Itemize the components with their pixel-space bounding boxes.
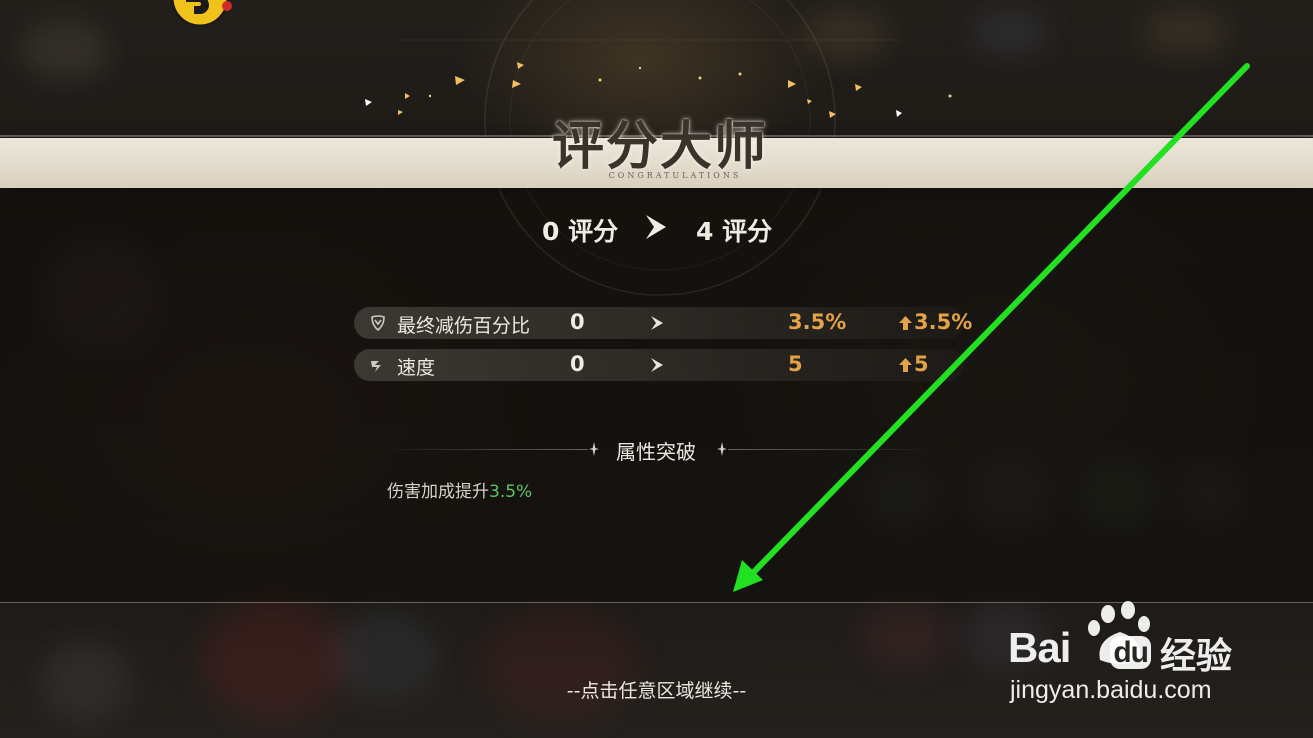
watermark-url: jingyan.baidu.com	[1010, 676, 1212, 704]
stat-new-value: 3.5%	[788, 310, 847, 334]
stat-row-speed: 速度 0 5 5	[354, 349, 964, 381]
watermark-cn: 经验	[1160, 636, 1233, 677]
breakthrough-value: 3.5%	[489, 482, 533, 502]
page-subtitle: CONGRATULATIONS	[608, 171, 742, 180]
section-divider-left	[380, 449, 588, 450]
watermark-brand: Bai du	[1008, 624, 1152, 672]
score-change: 0 评分 4 评分	[540, 208, 780, 250]
arrow-up-icon	[899, 358, 912, 372]
stat-increase: 3.5%	[914, 310, 973, 334]
stat-new-value: 5	[788, 352, 803, 376]
game-screen[interactable]: 评分大师 CONGRATULATIONS 0 评分 4 评分 最终减伤百分比 0…	[0, 0, 1313, 738]
arrow-right-icon	[651, 358, 663, 372]
arrow-right-icon	[646, 215, 666, 239]
stat-name: 最终减伤百分比	[397, 315, 531, 337]
tap-to-continue[interactable]: --点击任意区域继续--	[500, 676, 813, 703]
stat-old-value: 0	[570, 352, 585, 376]
breakthrough-text: 伤害加成提升3.5%	[387, 477, 532, 502]
stat-name: 速度	[397, 357, 436, 379]
arrow-right-icon	[651, 316, 663, 330]
diamond-sparkle-icon	[589, 442, 599, 456]
breakthrough-label: 伤害加成提升	[387, 482, 489, 502]
shield-break-icon	[371, 315, 385, 331]
score-to: 4 评分	[696, 217, 773, 246]
stat-increase: 5	[914, 352, 929, 376]
stat-old-value: 0	[570, 310, 585, 334]
stat-row-damage-reduction: 最终减伤百分比 0 3.5% 3.5%	[354, 307, 972, 339]
section-divider-right	[728, 449, 938, 450]
section-title: 属性突破	[616, 440, 696, 464]
arrow-up-icon	[899, 316, 912, 330]
baidu-watermark: Bai du 经验 jingyan.baidu.com	[1004, 600, 1254, 710]
score-from: 0 评分	[542, 217, 619, 246]
page-title: 评分大师	[551, 116, 768, 177]
speed-icon	[371, 361, 381, 372]
diamond-sparkle-icon	[717, 442, 727, 456]
